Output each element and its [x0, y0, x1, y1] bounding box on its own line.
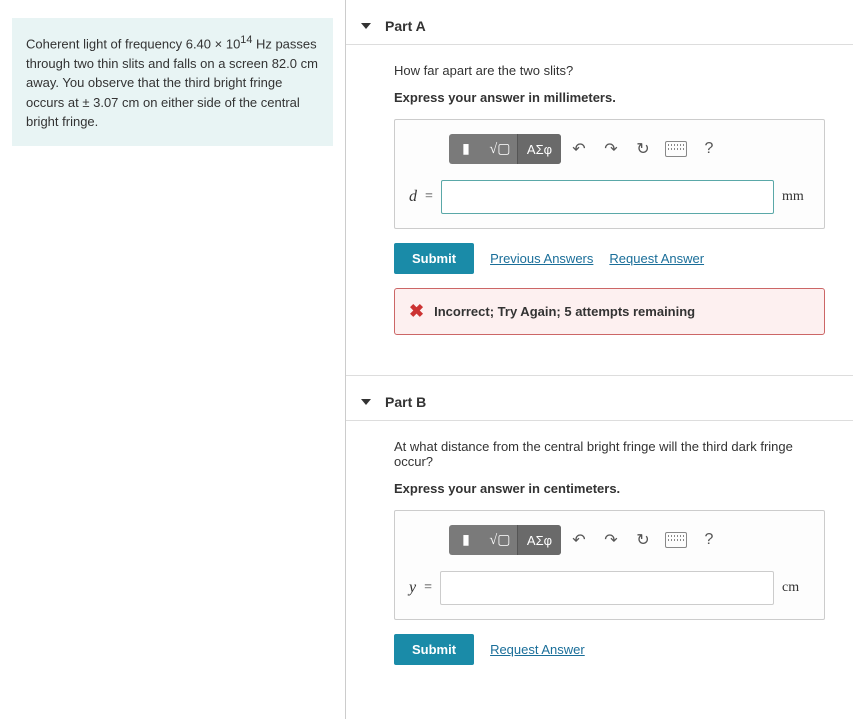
part-b-instruction: Express your answer in centimeters.	[394, 481, 825, 496]
part-b-input-row: y = cm	[409, 571, 810, 605]
unit-mm: mm	[782, 189, 810, 205]
help-icon[interactable]: ?	[695, 525, 723, 555]
part-b-toolbar: ▮ √▢ ΑΣφ ↶ ↷ ↻ ?	[449, 525, 810, 555]
fraction-icon: ▮	[462, 532, 470, 549]
sqrt-icon: √▢	[490, 141, 511, 158]
greek-tool-button[interactable]: ΑΣφ	[517, 134, 561, 164]
caret-down-icon	[361, 23, 371, 29]
equals-sign: =	[425, 189, 433, 205]
keyboard-icon[interactable]	[665, 532, 687, 548]
tool-group: ▮ √▢ ΑΣφ	[449, 134, 561, 164]
request-answer-link[interactable]: Request Answer	[609, 251, 704, 266]
part-b-answer-box: ▮ √▢ ΑΣφ ↶ ↷ ↻ ? y = cm	[394, 510, 825, 620]
reset-icon[interactable]: ↻	[629, 525, 657, 555]
part-a-body: How far apart are the two slits? Express…	[346, 63, 853, 355]
part-a-input-row: d = mm	[409, 180, 810, 214]
sqrt-tool-button[interactable]: √▢	[483, 525, 517, 555]
x-icon: ✖	[409, 301, 424, 322]
part-b-header[interactable]: Part B	[346, 376, 853, 421]
plus-minus: ±	[82, 95, 89, 110]
redo-icon[interactable]: ↷	[597, 525, 625, 555]
part-a-toolbar: ▮ √▢ ΑΣφ ↶ ↷ ↻ ?	[449, 134, 810, 164]
part-a-feedback: ✖ Incorrect; Try Again; 5 attempts remai…	[394, 288, 825, 335]
frequency-value: 6.40 × 10	[186, 36, 241, 51]
request-answer-link[interactable]: Request Answer	[490, 642, 585, 657]
part-b-answer-input[interactable]	[440, 571, 774, 605]
frequency-exponent: 14	[240, 34, 252, 46]
sqrt-tool-button[interactable]: √▢	[483, 134, 517, 164]
part-a-question: How far apart are the two slits?	[394, 63, 825, 78]
part-a-answer-box: ▮ √▢ ΑΣφ ↶ ↷ ↻ ? d = mm	[394, 119, 825, 229]
distance-2: 3.07 cm	[90, 95, 140, 110]
part-a-instruction: Express your answer in millimeters.	[394, 90, 825, 105]
problem-text: Coherent light of frequency	[26, 36, 186, 51]
part-b-submit-button[interactable]: Submit	[394, 634, 474, 665]
tool-group: ▮ √▢ ΑΣφ	[449, 525, 561, 555]
undo-icon[interactable]: ↶	[565, 134, 593, 164]
variable-y: y	[409, 579, 416, 597]
undo-icon[interactable]: ↶	[565, 525, 593, 555]
part-a-title: Part A	[385, 18, 426, 34]
part-b-question: At what distance from the central bright…	[394, 439, 825, 469]
fraction-icon: ▮	[462, 141, 470, 158]
part-a-answer-input[interactable]	[441, 180, 774, 214]
greek-tool-button[interactable]: ΑΣφ	[517, 525, 561, 555]
part-b-actions: Submit Request Answer	[394, 634, 825, 665]
help-icon[interactable]: ?	[695, 134, 723, 164]
reset-icon[interactable]: ↻	[629, 134, 657, 164]
template-tool-button[interactable]: ▮	[449, 134, 483, 164]
part-b-title: Part B	[385, 394, 426, 410]
feedback-text: Incorrect; Try Again; 5 attempts remaini…	[434, 304, 695, 319]
equals-sign: =	[424, 580, 432, 596]
part-a-actions: Submit Previous Answers Request Answer	[394, 243, 825, 274]
redo-icon[interactable]: ↷	[597, 134, 625, 164]
previous-answers-link[interactable]: Previous Answers	[490, 251, 593, 266]
part-b-body: At what distance from the central bright…	[346, 439, 853, 699]
template-tool-button[interactable]: ▮	[449, 525, 483, 555]
caret-down-icon	[361, 399, 371, 405]
keyboard-icon[interactable]	[665, 141, 687, 157]
unit-cm: cm	[782, 580, 810, 596]
problem-statement: Coherent light of frequency 6.40 × 1014 …	[12, 18, 333, 146]
frequency-unit: Hz	[252, 36, 272, 51]
variable-d: d	[409, 188, 417, 206]
sqrt-icon: √▢	[490, 532, 511, 549]
part-a-submit-button[interactable]: Submit	[394, 243, 474, 274]
distance-1: 82.0 cm	[272, 56, 318, 71]
part-a-header[interactable]: Part A	[346, 0, 853, 45]
